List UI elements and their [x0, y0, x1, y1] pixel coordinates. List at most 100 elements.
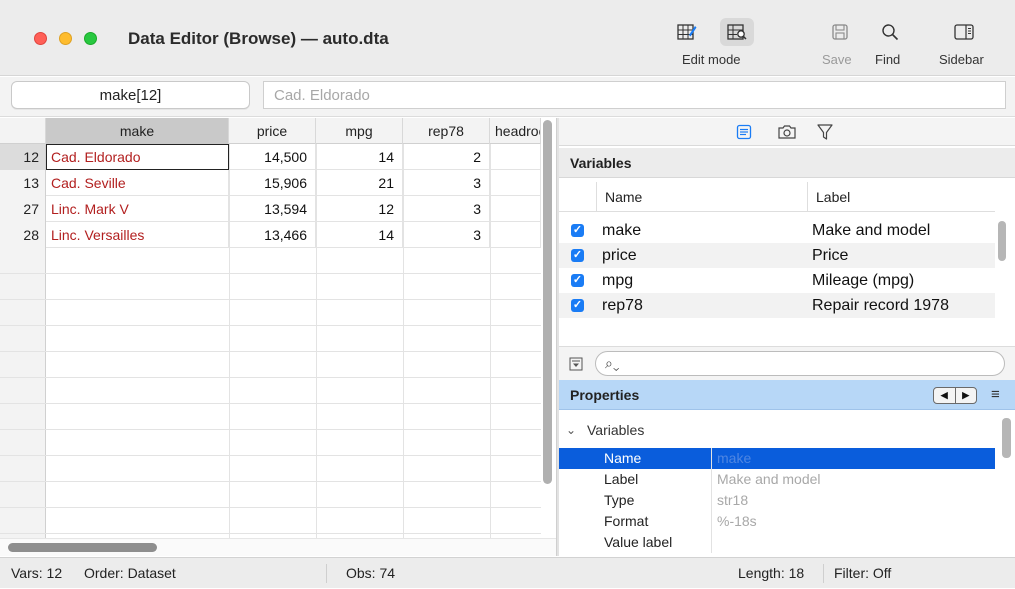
properties-scrollbar[interactable]	[1002, 418, 1011, 458]
minimize-window-button[interactable]	[59, 32, 72, 45]
variable-row[interactable]: ✓ make Make and model	[559, 218, 995, 243]
camera-icon	[778, 125, 796, 139]
cell-headroom[interactable]	[490, 196, 541, 222]
variables-column-label[interactable]: Label	[807, 182, 991, 212]
property-divider	[711, 448, 712, 469]
cell-headroom[interactable]	[490, 170, 541, 196]
variable-visible-checkbox[interactable]: ✓	[571, 224, 584, 237]
variables-panel-button[interactable]	[733, 122, 755, 142]
property-row[interactable]: Label Make and model	[559, 469, 995, 490]
snapshot-button[interactable]	[776, 122, 798, 142]
variable-row[interactable]: ✓ price Price	[559, 243, 995, 268]
grid-corner[interactable]	[0, 118, 46, 144]
grid-vertical-scrollbar[interactable]	[543, 120, 552, 484]
cell-make[interactable]: Cad. Eldorado	[46, 144, 229, 170]
cell-headroom[interactable]	[490, 222, 541, 248]
table-row[interactable]: 27 Linc. Mark V 13,594 12 3	[0, 196, 541, 222]
variables-column-name[interactable]: Name	[596, 182, 806, 212]
filter-dropdown-icon[interactable]	[569, 357, 583, 371]
cell-rep78[interactable]: 2	[403, 144, 490, 170]
next-arrow-icon[interactable]: ▶	[956, 388, 977, 403]
variable-visible-checkbox[interactable]: ✓	[571, 274, 584, 287]
property-value[interactable]: make	[717, 448, 751, 469]
list-icon	[736, 124, 752, 140]
column-header-make[interactable]: make	[46, 118, 229, 144]
property-value[interactable]: Make and model	[717, 469, 821, 490]
variables-section-header[interactable]: Variables	[559, 148, 1015, 178]
properties-group-variables[interactable]: ⌄ Variables	[559, 416, 995, 444]
row-number[interactable]: 12	[0, 144, 46, 170]
save-button[interactable]	[823, 18, 857, 46]
window-title: Data Editor (Browse) — auto.dta	[128, 29, 389, 48]
cell-price[interactable]: 13,466	[229, 222, 316, 248]
cell-mpg[interactable]: 14	[316, 144, 403, 170]
sidebar-panel-icon	[954, 24, 974, 40]
floppy-disk-icon	[832, 24, 848, 40]
property-value[interactable]: str18	[717, 490, 748, 511]
property-divider	[711, 469, 712, 490]
row-number[interactable]: 13	[0, 170, 46, 196]
cell-make[interactable]: Linc. Versailles	[46, 222, 229, 248]
column-header-rep78[interactable]: rep78	[403, 118, 490, 144]
table-row[interactable]: 12 Cad. Eldorado 14,500 14 2	[0, 144, 541, 170]
properties-nav: ◀ ▶	[933, 387, 977, 404]
properties-section-header[interactable]: Properties ◀ ▶ ≡	[559, 380, 1015, 410]
cell-rep78[interactable]: 3	[403, 170, 490, 196]
cell-make[interactable]: Cad. Seville	[46, 170, 229, 196]
empty-row	[0, 508, 541, 534]
cell-price[interactable]: 14,500	[229, 144, 316, 170]
edit-mode-browse-button[interactable]	[720, 18, 754, 46]
variable-name: mpg	[602, 272, 634, 289]
property-value[interactable]: %-18s	[717, 511, 757, 532]
edit-mode-edit-button[interactable]	[670, 18, 704, 46]
sidebar: Variables Name Label ✓ make Make and mod…	[559, 118, 1015, 556]
variable-visible-checkbox[interactable]: ✓	[571, 249, 584, 262]
property-key: Format	[604, 513, 649, 529]
zoom-window-button[interactable]	[84, 32, 97, 45]
cell-mpg[interactable]: 14	[316, 222, 403, 248]
sidebar-toolbar	[559, 118, 1015, 146]
cell-mpg[interactable]: 12	[316, 196, 403, 222]
cell-rep78[interactable]: 3	[403, 196, 490, 222]
variable-name: price	[602, 247, 637, 264]
cell-make[interactable]: Linc. Mark V	[46, 196, 229, 222]
property-row[interactable]: Format %-18s	[559, 511, 995, 532]
table-row[interactable]: 13 Cad. Seville 15,906 21 3	[0, 170, 541, 196]
variables-search-input[interactable]: ⌕⌄	[595, 351, 1005, 376]
sidebar-toggle-button[interactable]	[947, 18, 981, 46]
grid-horizontal-scrollbar[interactable]	[0, 538, 556, 556]
cell-value-field[interactable]: Cad. Eldorado	[263, 81, 1006, 109]
property-row[interactable]: Value label	[559, 532, 995, 553]
row-number[interactable]: 27	[0, 196, 46, 222]
cell-price[interactable]: 13,594	[229, 196, 316, 222]
cell-headroom[interactable]	[490, 144, 541, 170]
find-button[interactable]	[873, 18, 907, 46]
previous-arrow-icon[interactable]: ◀	[934, 388, 956, 403]
property-row[interactable]: Type str18	[559, 490, 995, 511]
property-key: Label	[604, 471, 639, 487]
cell-price[interactable]: 15,906	[229, 170, 316, 196]
close-window-button[interactable]	[34, 32, 47, 45]
variables-scrollbar[interactable]	[998, 221, 1006, 261]
chevron-down-icon: ⌄	[566, 423, 577, 437]
table-row[interactable]: 28 Linc. Versailles 13,466 14 3	[0, 222, 541, 248]
column-header-headroom[interactable]: headroom	[490, 118, 541, 144]
empty-row	[0, 248, 541, 274]
cell-rep78[interactable]: 3	[403, 222, 490, 248]
variables-filter-bar: ⌕⌄	[559, 346, 1015, 380]
column-header-price[interactable]: price	[229, 118, 316, 144]
cell-reference-field[interactable]: make[12]	[11, 81, 250, 109]
row-number[interactable]: 28	[0, 222, 46, 248]
variable-row[interactable]: ✓ mpg Mileage (mpg)	[559, 268, 995, 293]
status-order: Order: Dataset	[84, 565, 176, 581]
grid-horizontal-scroll-thumb[interactable]	[8, 543, 157, 552]
variable-visible-checkbox[interactable]: ✓	[571, 299, 584, 312]
column-header-mpg[interactable]: mpg	[316, 118, 403, 144]
properties-menu-icon[interactable]: ≡	[991, 386, 1005, 404]
empty-row	[0, 482, 541, 508]
variable-row[interactable]: ✓ rep78 Repair record 1978	[559, 293, 995, 318]
cell-mpg[interactable]: 21	[316, 170, 403, 196]
cell-reference-bar: make[12] Cad. Eldorado	[0, 77, 1015, 117]
property-row[interactable]: Name make	[559, 448, 995, 469]
filter-button[interactable]	[814, 122, 836, 142]
